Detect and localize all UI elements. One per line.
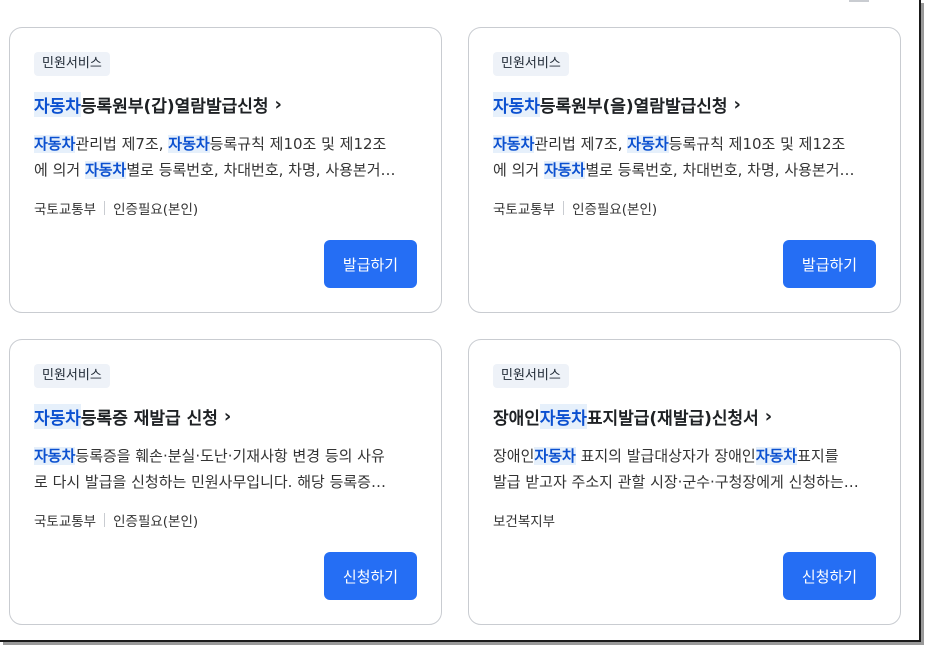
- description-text: 로 다시 발급을 신청하는 민원사무입니다. 해당 등록증…: [34, 473, 386, 491]
- apply-button[interactable]: 신청하기: [783, 552, 876, 600]
- description-text: 등록증을 훼손·분실·도난·기재사항 변경 등의 사유: [75, 447, 385, 465]
- service-card: 민원서비스 자동차 등록증 재발급 신청 › 자동차등록증을 훼손·분실·도난·기재…: [9, 339, 442, 625]
- service-card: 민원서비스 자동차 등록원부(을)열람발급신청 › 자동차관리법 제7조, 자동차등…: [468, 27, 901, 313]
- description-line: 발급 받고자 주소지 관할 시장·군수·구청장에게 신청하는…: [493, 469, 879, 495]
- keyword-highlight: 자동차: [34, 135, 76, 153]
- description-line: 에 의거 자동차별로 등록번호, 차대번호, 차명, 사용본거…: [493, 157, 879, 183]
- service-title-link[interactable]: 장애인 자동차 표지발급(재발급)신청서 ›: [493, 404, 772, 429]
- description-line: 자동차등록증을 훼손·분실·도난·기재사항 변경 등의 사유: [34, 443, 420, 469]
- title-highlight: 자동차: [34, 92, 81, 117]
- service-description: 자동차관리법 제7조, 자동차등록규칙 제10조 및 제12조 에 의거 자동차…: [493, 131, 879, 183]
- description-text: 관리법 제7조,: [534, 135, 628, 153]
- description-line: 에 의거 자동차별로 등록번호, 차대번호, 차명, 사용본거…: [34, 157, 420, 183]
- scroll-indicator: [849, 0, 869, 2]
- results-panel: 민원서비스 자동차 등록원부(갑)열람발급신청 › 자동차관리법 제7조, 자동차등…: [0, 0, 921, 642]
- description-line: 장애인자동차 표지의 발급대상자가 장애인자동차표지를: [493, 443, 879, 469]
- keyword-highlight: 자동차: [84, 161, 127, 179]
- chevron-right-icon: ›: [733, 94, 741, 115]
- category-badge: 민원서비스: [493, 52, 569, 76]
- service-title-link[interactable]: 자동차 등록원부(을)열람발급신청 ›: [493, 92, 741, 117]
- description-line: 로 다시 발급을 신청하는 민원사무입니다. 해당 등록증…: [34, 469, 420, 495]
- agency-name: 국토교통부: [34, 514, 97, 530]
- title-prefix: 장애인: [493, 409, 540, 429]
- description-text: 별로 등록번호, 차대번호, 차명, 사용본거…: [585, 161, 855, 179]
- agency-name: 보건복지부: [493, 514, 556, 530]
- chevron-right-icon: ›: [274, 94, 282, 115]
- meta-divider: [104, 513, 106, 527]
- service-meta: 국토교통부 인증필요(본인): [493, 198, 657, 218]
- service-meta: 국토교통부 인증필요(본인): [34, 198, 198, 218]
- description-text: 별로 등록번호, 차대번호, 차명, 사용본거…: [126, 161, 396, 179]
- title-text: 등록증 재발급 신청: [80, 409, 218, 429]
- keyword-highlight: 자동차: [543, 161, 586, 179]
- title-highlight: 자동차: [34, 404, 81, 429]
- issue-button[interactable]: 발급하기: [324, 240, 417, 288]
- issue-button[interactable]: 발급하기: [783, 240, 876, 288]
- auth-requirement: 인증필요(본인): [572, 202, 658, 218]
- service-description: 자동차관리법 제7조, 자동차등록규칙 제10조 및 제12조 에 의거 자동차…: [34, 131, 420, 183]
- description-text: 에 의거: [493, 161, 544, 179]
- description-line: 자동차관리법 제7조, 자동차등록규칙 제10조 및 제12조: [34, 131, 420, 157]
- title-highlight: 자동차: [539, 404, 587, 429]
- description-text: 장애인: [493, 447, 535, 465]
- description-text: 표지의 발급대상자가 장애인: [575, 447, 756, 465]
- description-text: 표지를: [797, 447, 839, 465]
- keyword-highlight: 자동차: [34, 447, 76, 465]
- title-text: 등록원부(을)열람발급신청: [539, 97, 728, 117]
- agency-name: 국토교통부: [493, 202, 556, 218]
- keyword-highlight: 자동차: [493, 135, 535, 153]
- service-description: 자동차등록증을 훼손·분실·도난·기재사항 변경 등의 사유 로 다시 발급을 …: [34, 443, 420, 495]
- keyword-highlight: 자동차: [627, 135, 669, 153]
- service-title-link[interactable]: 자동차 등록증 재발급 신청 ›: [34, 404, 231, 429]
- chevron-right-icon: ›: [764, 406, 773, 427]
- chevron-right-icon: ›: [223, 406, 232, 427]
- meta-divider: [104, 201, 106, 215]
- title-text: 등록원부(갑)열람발급신청: [80, 97, 269, 117]
- service-description: 장애인자동차 표지의 발급대상자가 장애인자동차표지를 발급 받고자 주소지 관…: [493, 443, 879, 495]
- description-text: 발급 받고자 주소지 관할 시장·군수·구청장에게 신청하는…: [493, 473, 859, 491]
- title-text: 표지발급(재발급)신청서: [586, 409, 759, 429]
- category-badge: 민원서비스: [34, 364, 110, 388]
- description-line: 자동차관리법 제7조, 자동차등록규칙 제10조 및 제12조: [493, 131, 879, 157]
- agency-name: 국토교통부: [34, 202, 97, 218]
- meta-divider: [563, 201, 565, 215]
- keyword-highlight: 자동차: [755, 447, 798, 465]
- description-text: 관리법 제7조,: [75, 135, 169, 153]
- auth-requirement: 인증필요(본인): [113, 514, 199, 530]
- title-highlight: 자동차: [493, 92, 540, 117]
- service-card: 민원서비스 장애인 자동차 표지발급(재발급)신청서 › 장애인자동차 표지의 발급대…: [468, 339, 901, 625]
- description-text: 등록규칙 제10조 및 제12조: [209, 135, 387, 153]
- service-meta: 보건복지부: [493, 510, 555, 530]
- apply-button[interactable]: 신청하기: [324, 552, 417, 600]
- keyword-highlight: 자동차: [168, 135, 210, 153]
- category-badge: 민원서비스: [493, 364, 569, 388]
- service-title-link[interactable]: 자동차 등록원부(갑)열람발급신청 ›: [34, 92, 282, 117]
- description-text: 등록규칙 제10조 및 제12조: [668, 135, 846, 153]
- service-meta: 국토교통부 인증필요(본인): [34, 510, 198, 530]
- service-card: 민원서비스 자동차 등록원부(갑)열람발급신청 › 자동차관리법 제7조, 자동차등…: [9, 27, 442, 313]
- category-badge: 민원서비스: [34, 52, 110, 76]
- auth-requirement: 인증필요(본인): [113, 202, 199, 218]
- description-text: 에 의거: [34, 161, 85, 179]
- keyword-highlight: 자동차: [534, 447, 576, 465]
